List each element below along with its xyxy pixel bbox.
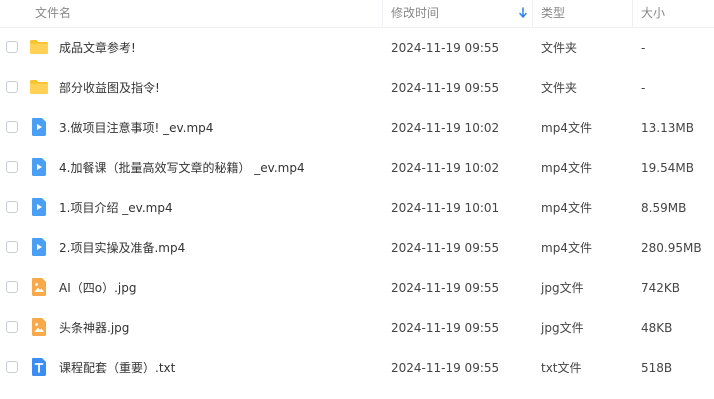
file-row[interactable]: AI（四o）.jpg 2024-11-19 09:55 jpg文件 742KB: [0, 268, 714, 308]
video-icon: [29, 157, 49, 177]
file-name[interactable]: 成品文章参考!: [59, 28, 136, 68]
file-row[interactable]: 1.项目介绍 _ev.mp4 2024-11-19 10:01 mp4文件 8.59M…: [0, 188, 714, 228]
row-checkbox[interactable]: [6, 321, 18, 333]
file-type: txt文件: [541, 361, 582, 375]
file-size: 19.54MB: [641, 161, 694, 175]
file-size: 742KB: [641, 281, 681, 295]
file-type: 文件夹: [541, 41, 578, 55]
folder-icon: [29, 37, 49, 57]
row-checkbox[interactable]: [6, 81, 18, 93]
file-row[interactable]: 成品文章参考! 2024-11-19 09:55 文件夹 -: [0, 28, 714, 68]
file-row[interactable]: 部分收益图及指令! 2024-11-19 09:55 文件夹 -: [0, 68, 714, 108]
file-type: mp4文件: [541, 121, 592, 135]
sort-descending-icon[interactable]: [518, 7, 528, 19]
file-size: -: [641, 81, 646, 95]
video-icon: [29, 237, 49, 257]
file-row[interactable]: 2.项目实操及准备.mp4 2024-11-19 09:55 mp4文件 280.95…: [0, 228, 714, 268]
file-size: 280.95MB: [641, 241, 702, 255]
file-type: mp4文件: [541, 241, 592, 255]
file-row[interactable]: 头条神器.jpg 2024-11-19 09:55 jpg文件 48KB: [0, 308, 714, 348]
video-icon: [29, 117, 49, 137]
file-name[interactable]: 4.加餐课（批量高效写文章的秘籍） _ev.mp4: [59, 148, 305, 188]
modified-date: 2024-11-19 10:02: [391, 121, 500, 135]
column-header-modified[interactable]: 修改时间: [391, 0, 439, 27]
file-size: 8.59MB: [641, 201, 687, 215]
modified-date: 2024-11-19 09:55: [391, 321, 500, 335]
modified-date: 2024-11-19 09:55: [391, 81, 500, 95]
modified-date: 2024-11-19 09:55: [391, 361, 500, 375]
text-file-icon: [29, 357, 49, 377]
modified-date: 2024-11-19 10:02: [391, 161, 500, 175]
file-type: jpg文件: [541, 281, 584, 295]
file-size: 518B: [641, 361, 673, 375]
file-type: jpg文件: [541, 321, 584, 335]
image-icon: [29, 317, 49, 337]
row-checkbox[interactable]: [6, 361, 18, 373]
column-divider[interactable]: [532, 0, 533, 27]
row-checkbox[interactable]: [6, 241, 18, 253]
file-size: 13.13MB: [641, 121, 694, 135]
modified-date: 2024-11-19 10:01: [391, 201, 500, 215]
row-checkbox[interactable]: [6, 41, 18, 53]
file-name[interactable]: 头条神器.jpg: [59, 308, 129, 348]
file-name[interactable]: 2.项目实操及准备.mp4: [59, 228, 185, 268]
file-type: mp4文件: [541, 201, 592, 215]
file-name[interactable]: AI（四o）.jpg: [59, 268, 136, 308]
modified-date: 2024-11-19 09:55: [391, 281, 500, 295]
file-type: mp4文件: [541, 161, 592, 175]
column-divider[interactable]: [382, 0, 383, 27]
column-header-type[interactable]: 类型: [541, 0, 565, 27]
column-divider[interactable]: [632, 0, 633, 27]
row-checkbox[interactable]: [6, 281, 18, 293]
file-size: 48KB: [641, 321, 673, 335]
column-header-name[interactable]: 文件名: [35, 0, 71, 27]
modified-date: 2024-11-19 09:55: [391, 241, 500, 255]
file-name[interactable]: 部分收益图及指令!: [59, 68, 160, 108]
video-icon: [29, 197, 49, 217]
row-checkbox[interactable]: [6, 121, 18, 133]
file-row[interactable]: 3.做项目注意事项! _ev.mp4 2024-11-19 10:02 mp4文件 1…: [0, 108, 714, 148]
file-size: -: [641, 41, 646, 55]
file-list-header: 文件名 修改时间 类型 大小: [0, 0, 714, 28]
row-checkbox[interactable]: [6, 201, 18, 213]
file-row[interactable]: 课程配套（重要）.txt 2024-11-19 09:55 txt文件 518B: [0, 348, 714, 388]
file-type: 文件夹: [541, 81, 578, 95]
row-checkbox[interactable]: [6, 161, 18, 173]
folder-icon: [29, 77, 49, 97]
modified-date: 2024-11-19 09:55: [391, 41, 500, 55]
file-name[interactable]: 课程配套（重要）.txt: [59, 348, 175, 388]
column-header-size[interactable]: 大小: [641, 0, 665, 27]
file-name[interactable]: 1.项目介绍 _ev.mp4: [59, 188, 173, 228]
file-row[interactable]: 4.加餐课（批量高效写文章的秘籍） _ev.mp4 2024-11-19 10:0…: [0, 148, 714, 188]
image-icon: [29, 277, 49, 297]
file-name[interactable]: 3.做项目注意事项! _ev.mp4: [59, 108, 213, 148]
